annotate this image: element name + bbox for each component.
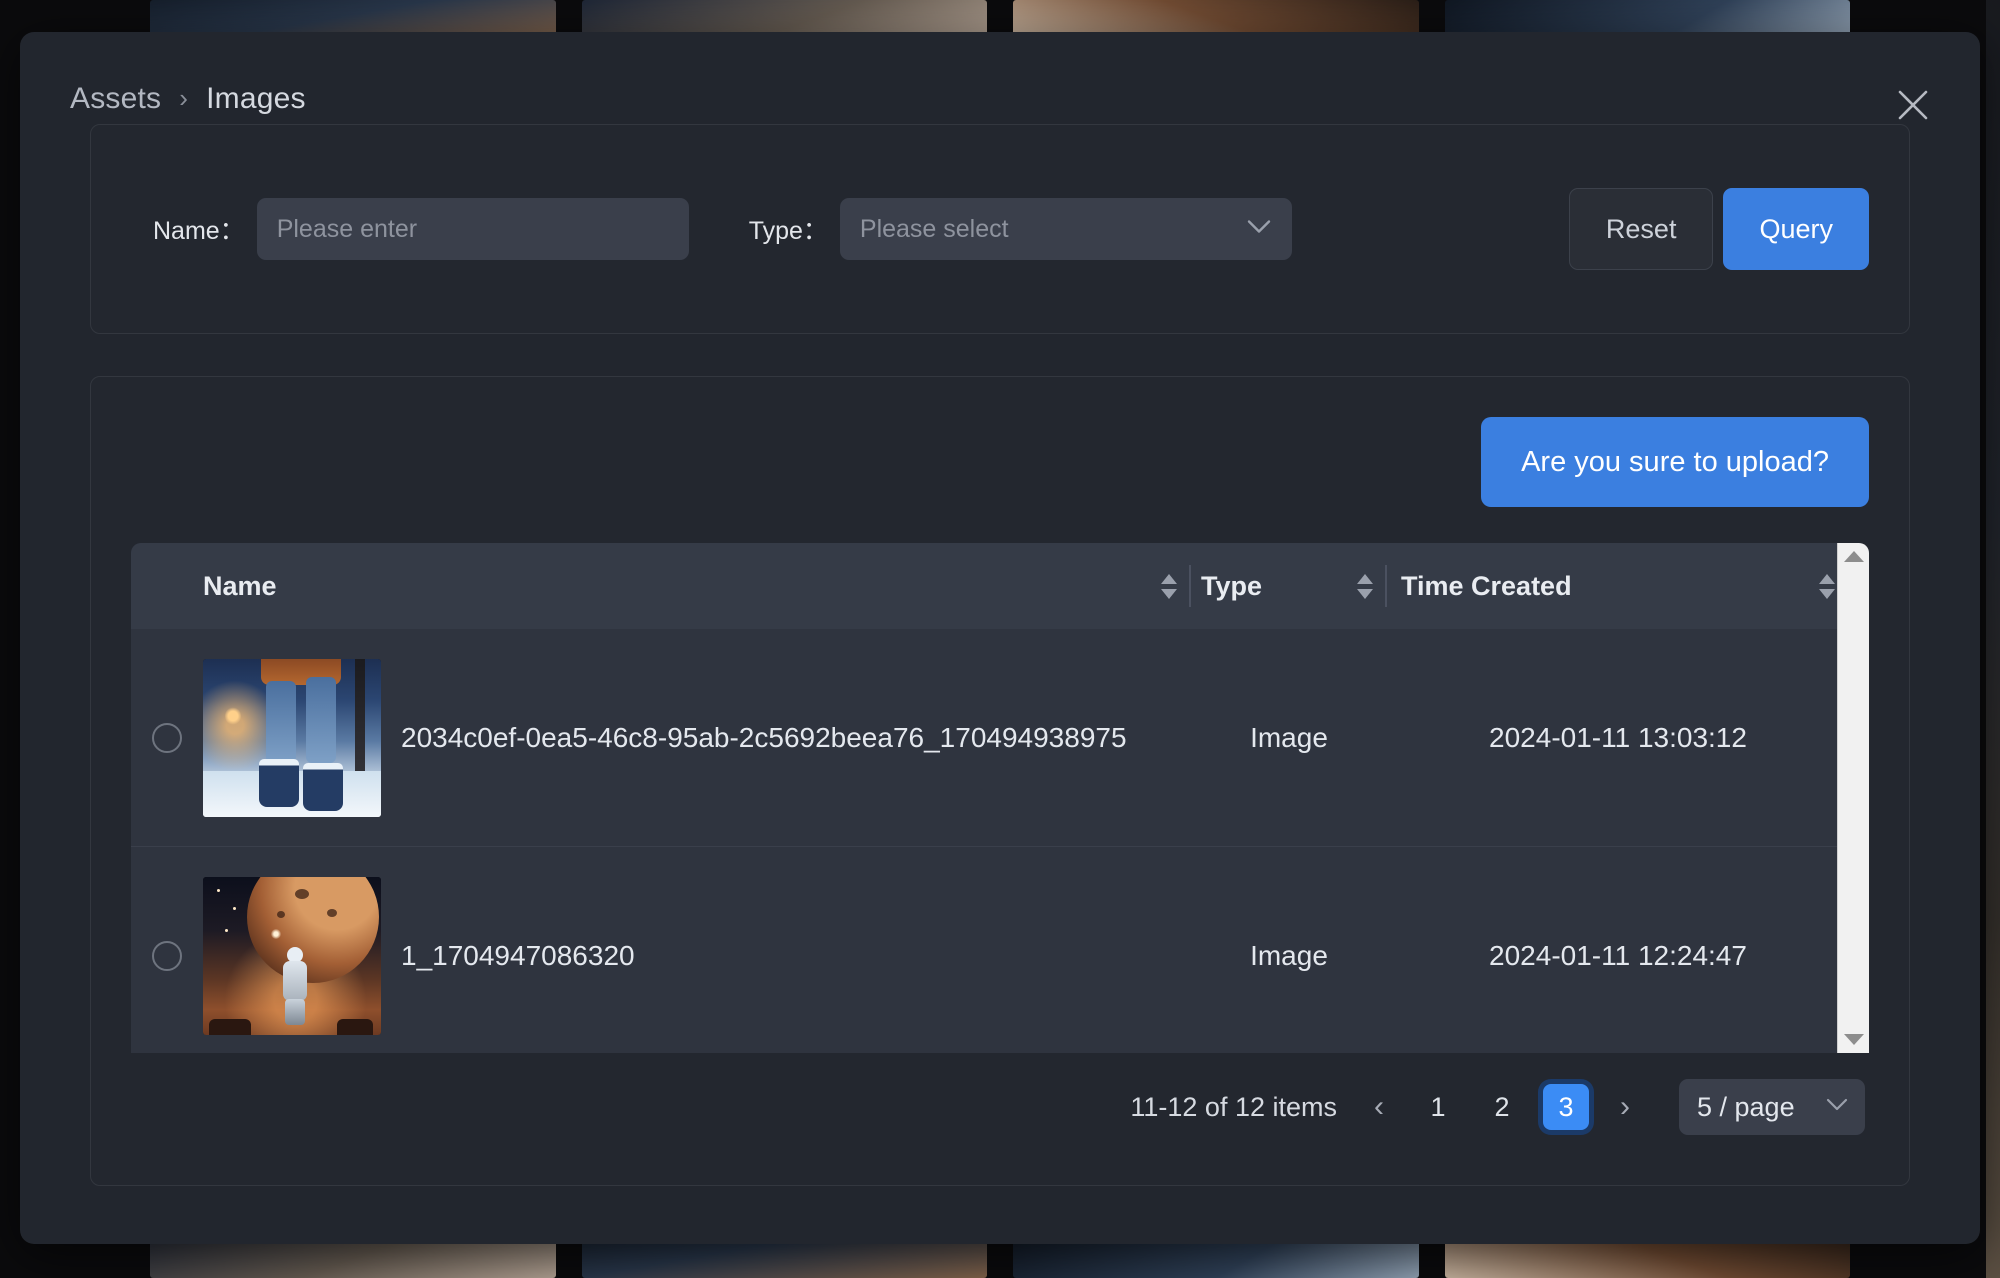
images-list-panel: Are you sure to upload? Name Type Time C… <box>90 376 1910 1186</box>
leg-shape <box>266 680 296 763</box>
pagination-total-text: 11-12 of 12 items <box>1130 1091 1337 1122</box>
page-size-value: 5 / page <box>1697 1091 1795 1122</box>
modal-header: Assets › Images <box>20 32 1980 124</box>
row-time-created: 2024-01-11 13:03:12 <box>1489 721 1747 753</box>
row-type: Image <box>1250 721 1328 753</box>
type-select-value: Please select <box>859 214 1009 243</box>
query-button[interactable]: Query <box>1723 188 1869 270</box>
table-vertical-scrollbar[interactable] <box>1837 543 1869 1053</box>
name-filter-label: Name： <box>153 217 245 245</box>
table-header-row: Name Type Time Created <box>131 543 1869 629</box>
star-shape <box>225 928 228 932</box>
pagination-prev-button[interactable]: ‹ <box>1361 1085 1397 1129</box>
table-row[interactable]: 2034c0ef-0ea5-46c8-95ab-2c5692beea76_170… <box>131 629 1869 847</box>
filter-actions: Reset Query <box>1568 188 1869 270</box>
column-header-name-label: Name <box>203 570 277 601</box>
background-right-edge <box>1986 0 2000 1278</box>
pagination-page-1[interactable]: 1 <box>1415 1084 1461 1130</box>
star-shape <box>233 906 236 910</box>
type-filter-field: Type： Please select <box>749 198 1292 260</box>
scroll-down-arrow-icon[interactable] <box>1843 1034 1864 1045</box>
planet-shape <box>247 876 379 983</box>
breadcrumb-item-assets[interactable]: Assets <box>70 82 161 116</box>
distant-light-glow <box>271 928 281 939</box>
page-size-select[interactable]: 5 / page <box>1679 1079 1865 1135</box>
row-time-created: 2024-01-11 12:24:47 <box>1489 939 1747 971</box>
chevron-down-icon <box>1246 219 1272 240</box>
close-icon <box>1896 88 1930 122</box>
pagination: 11-12 of 12 items ‹ 1 2 3 › 5 / page <box>131 1079 1869 1135</box>
row-thumbnail-cell <box>203 658 401 817</box>
breadcrumb: Assets › Images <box>70 82 306 116</box>
boot-shape <box>259 758 299 807</box>
assets-images-modal: Assets › Images Name： Type： Please selec… <box>20 32 1980 1244</box>
filter-panel: Name： Type： Please select Reset Query <box>90 124 1910 334</box>
boot-shape <box>303 762 343 811</box>
sort-toggle-type-icon[interactable] <box>1357 573 1373 599</box>
caret-up-icon <box>1819 573 1835 584</box>
caret-up-icon <box>1161 573 1177 584</box>
caret-down-icon <box>1161 588 1177 599</box>
name-input[interactable] <box>256 198 689 260</box>
breadcrumb-item-images[interactable]: Images <box>206 82 306 116</box>
caret-up-icon <box>1357 573 1373 584</box>
row-name: 1_1704947086320 <box>401 939 635 971</box>
row-name: 2034c0ef-0ea5-46c8-95ab-2c5692beea76_170… <box>401 721 1127 753</box>
column-header-time-created-label: Time Created <box>1401 570 1572 601</box>
leg-shape <box>306 676 336 763</box>
upload-button[interactable]: Are you sure to upload? <box>1481 417 1869 507</box>
sort-toggle-time-created-icon[interactable] <box>1819 573 1835 599</box>
winter-street-boots-thumbnail[interactable] <box>203 658 381 817</box>
column-header-name[interactable]: Name <box>131 543 1191 629</box>
pagination-page-3[interactable]: 3 <box>1543 1084 1589 1130</box>
reset-button[interactable]: Reset <box>1568 188 1714 270</box>
crater-shape <box>295 888 309 899</box>
type-select[interactable]: Please select <box>839 198 1292 260</box>
pagination-page-2[interactable]: 2 <box>1479 1084 1525 1130</box>
close-button[interactable] <box>1890 82 1936 128</box>
thumbnail-artwork <box>203 658 381 817</box>
row-type: Image <box>1250 939 1328 971</box>
star-shape <box>217 888 220 892</box>
row-select-cell <box>131 722 203 753</box>
column-header-type-label: Type <box>1201 570 1263 601</box>
images-table: Name Type Time Created 2034c0ef-0ea5-46c… <box>131 543 1869 1053</box>
street-light-glow <box>225 706 241 725</box>
filter-row: Name： Type： Please select Reset Query <box>91 188 1909 270</box>
astronaut-legs-shape <box>285 998 305 1025</box>
column-header-time-created[interactable]: Time Created <box>1387 543 1849 629</box>
sort-toggle-name-icon[interactable] <box>1161 573 1177 599</box>
rock-shape <box>337 1018 373 1035</box>
toolbar: Are you sure to upload? <box>131 417 1869 507</box>
thumbnail-artwork <box>203 876 381 1035</box>
row-thumbnail-cell <box>203 876 401 1035</box>
crater-shape <box>277 910 285 918</box>
column-header-type[interactable]: Type <box>1191 543 1387 629</box>
table-body: 2034c0ef-0ea5-46c8-95ab-2c5692beea76_170… <box>131 629 1869 1053</box>
name-filter-field: Name： <box>153 198 689 260</box>
type-filter-label: Type： <box>748 217 828 245</box>
table-row[interactable]: 1_1704947086320 Image 2024-01-11 12:24:4… <box>131 847 1869 1053</box>
crater-shape <box>327 908 337 917</box>
pagination-next-button[interactable]: › <box>1607 1085 1643 1129</box>
chevron-right-icon: › <box>179 83 189 113</box>
astronaut-planet-thumbnail[interactable] <box>203 876 381 1035</box>
row-radio-button[interactable] <box>152 940 182 971</box>
chevron-down-icon <box>1825 1097 1849 1117</box>
caret-down-icon <box>1357 588 1373 599</box>
row-select-cell <box>131 940 203 971</box>
rock-shape <box>209 1018 251 1035</box>
caret-down-icon <box>1819 588 1835 599</box>
astronaut-body-shape <box>283 960 307 1001</box>
row-radio-button[interactable] <box>152 722 182 753</box>
scroll-up-arrow-icon[interactable] <box>1843 551 1864 562</box>
